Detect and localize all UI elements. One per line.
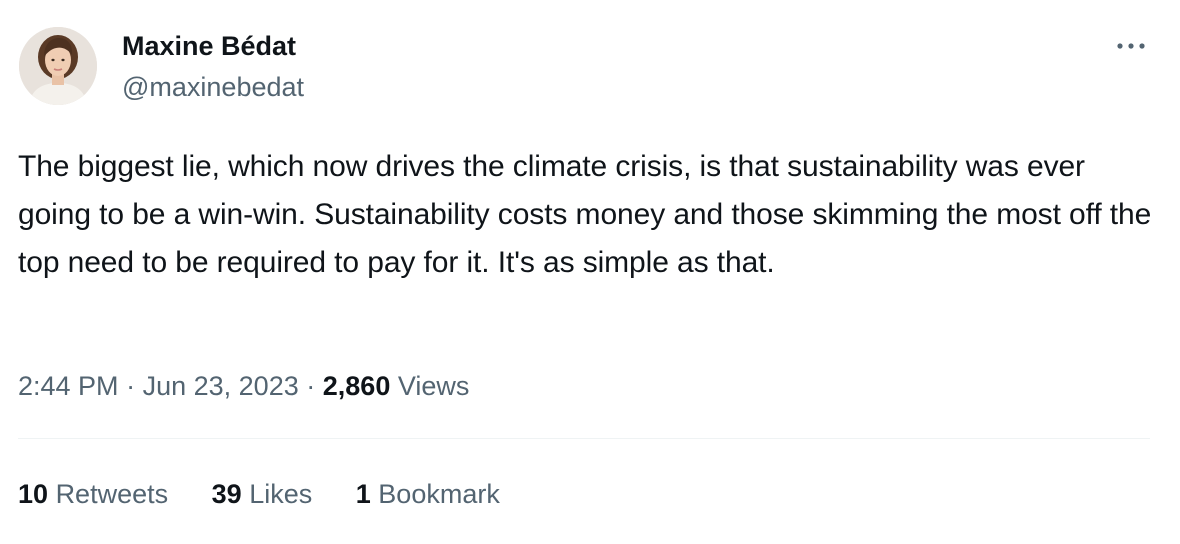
tweet-card: Maxine Bédat @maxinebedat The biggest li… xyxy=(0,0,1180,544)
likes-count: 39 xyxy=(211,479,242,509)
meta-separator: · xyxy=(306,371,316,401)
retweets-label: Retweets xyxy=(55,479,169,509)
author-handle[interactable]: @maxinebedat xyxy=(122,71,304,103)
tweet-time[interactable]: 2:44 PM xyxy=(18,371,119,401)
tweet-meta: 2:44 PM · Jun 23, 2023 · 2,860 Views xyxy=(18,368,469,404)
views-count: 2,860 xyxy=(322,371,391,401)
engagement-stats: 10 Retweets 39 Likes 1 Bookmark xyxy=(18,476,536,512)
retweets-stat-link[interactable]: 10 Retweets xyxy=(18,476,168,512)
tweet-text: The biggest lie, which now drives the cl… xyxy=(18,150,1152,279)
avatar[interactable] xyxy=(19,27,97,105)
more-horizontal-icon xyxy=(1117,43,1145,49)
author-display-name[interactable]: Maxine Bédat xyxy=(122,30,296,62)
more-options-button[interactable] xyxy=(1110,32,1154,60)
bookmarks-stat-link[interactable]: 1 Bookmark xyxy=(356,476,500,512)
bookmarks-label: Bookmark xyxy=(378,479,500,509)
views-label: Views xyxy=(397,371,470,401)
meta-separator: · xyxy=(126,371,136,401)
tweet-date[interactable]: Jun 23, 2023 xyxy=(143,371,299,401)
profile-photo xyxy=(19,27,97,105)
likes-stat-link[interactable]: 39 Likes xyxy=(212,476,313,512)
retweets-count: 10 xyxy=(18,479,49,509)
likes-label: Likes xyxy=(249,479,313,509)
bookmarks-count: 1 xyxy=(355,479,371,509)
divider xyxy=(18,438,1150,439)
